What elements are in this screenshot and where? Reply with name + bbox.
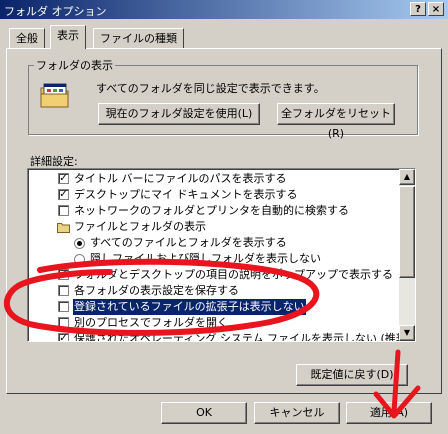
red-circle-annotation: [3, 258, 320, 336]
tab-view[interactable]: 表示: [50, 25, 86, 49]
annotation-overlay: [3, 258, 421, 419]
red-arrow-annotation: [391, 349, 401, 415]
